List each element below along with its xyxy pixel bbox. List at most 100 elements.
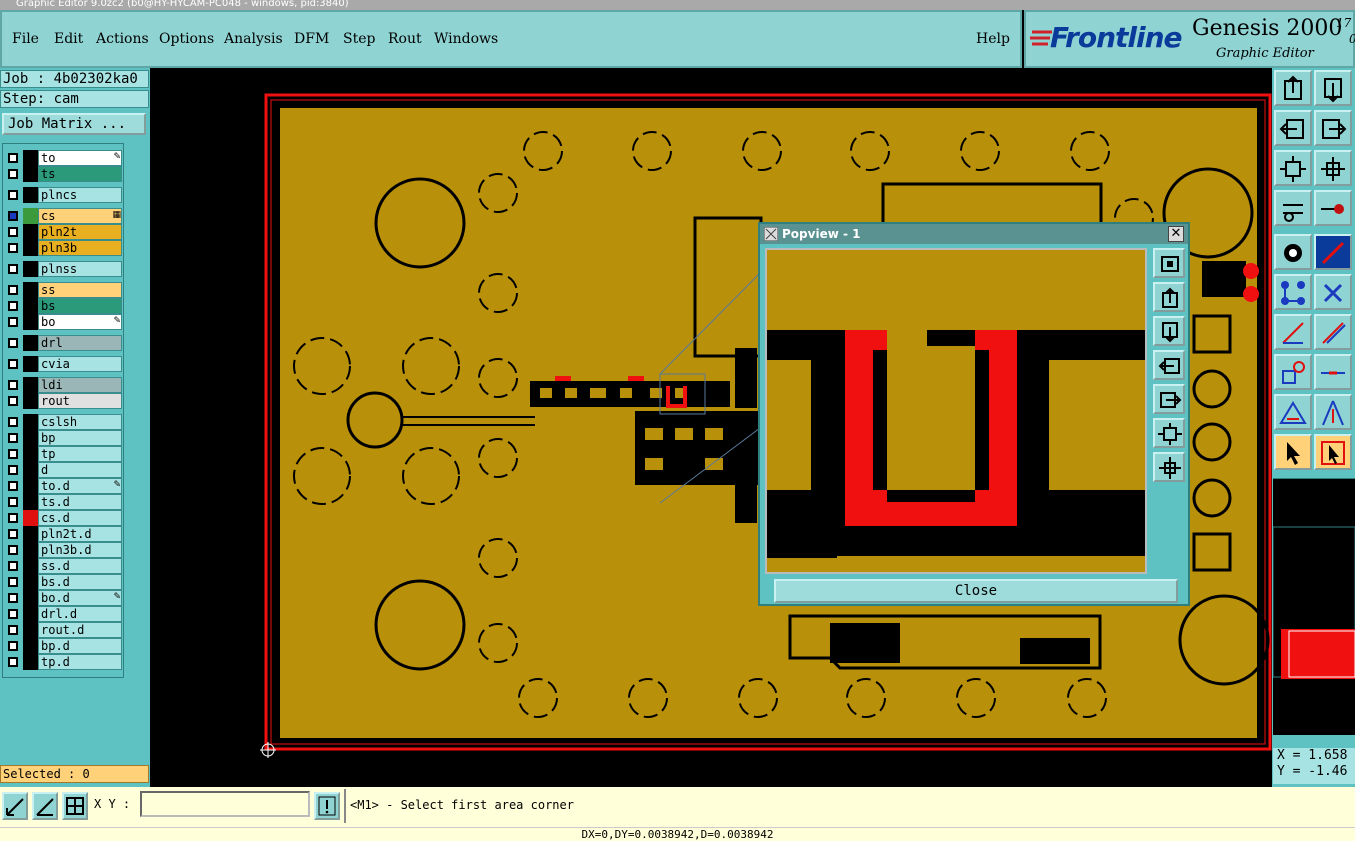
menu-rout[interactable]: Rout xyxy=(388,31,422,47)
layer-row[interactable]: ss.d xyxy=(3,558,123,574)
zoom-fit-button[interactable] xyxy=(1274,150,1312,186)
layer-color-swatch[interactable] xyxy=(23,393,38,409)
layer-color-swatch[interactable] xyxy=(23,150,38,166)
layer-checkbox[interactable] xyxy=(8,449,18,459)
layer-color-swatch[interactable] xyxy=(23,526,38,542)
layer-color-swatch[interactable] xyxy=(23,414,38,430)
layer-checkbox[interactable] xyxy=(8,465,18,475)
layer-name[interactable]: ts xyxy=(38,166,122,182)
layer-name[interactable]: bo.d xyxy=(38,590,122,606)
layer-color-swatch[interactable] xyxy=(23,542,38,558)
layer-row[interactable]: to.d ✎ xyxy=(3,478,123,494)
layer-color-swatch[interactable] xyxy=(23,356,38,372)
layer-row[interactable]: d xyxy=(3,462,123,478)
overview-map[interactable] xyxy=(1272,478,1355,735)
layer-name[interactable]: bo xyxy=(38,314,122,330)
menu-step[interactable]: Step xyxy=(343,31,375,47)
popview-up-button[interactable] xyxy=(1153,282,1185,312)
measure-tool-button[interactable] xyxy=(1274,190,1312,226)
layer-checkbox[interactable] xyxy=(8,593,18,603)
popview-close-button[interactable]: Close xyxy=(774,579,1178,603)
menu-actions[interactable]: Actions xyxy=(96,31,149,47)
layer-name[interactable]: pln2t xyxy=(38,224,122,240)
layer-name[interactable]: drl xyxy=(38,335,122,351)
layer-checkbox[interactable] xyxy=(8,317,18,327)
layer-checkbox[interactable] xyxy=(8,153,18,163)
layer-name[interactable]: pln2t.d xyxy=(38,526,122,542)
layer-row[interactable]: bs.d xyxy=(3,574,123,590)
layer-name[interactable]: cs.d xyxy=(38,510,122,526)
draw-diag-button[interactable] xyxy=(1314,314,1352,350)
popview-zoom-button[interactable] xyxy=(1153,248,1185,278)
close-icon[interactable]: ✕ xyxy=(1168,226,1184,242)
layer-checkbox[interactable] xyxy=(8,227,18,237)
layer-color-swatch[interactable] xyxy=(23,494,38,510)
layer-name[interactable]: rout xyxy=(38,393,122,409)
menu-dfm[interactable]: DFM xyxy=(294,31,329,47)
arrow-tool-button[interactable] xyxy=(1314,394,1352,430)
layer-name[interactable]: bp.d xyxy=(38,638,122,654)
layer-row[interactable]: ldi xyxy=(3,377,123,393)
layer-color-swatch[interactable] xyxy=(23,224,38,240)
layer-name[interactable]: cs xyxy=(38,208,122,224)
zoom-center-button[interactable] xyxy=(1314,150,1352,186)
select-area-button[interactable] xyxy=(1314,434,1352,470)
layer-color-swatch[interactable] xyxy=(23,261,38,277)
layer-color-swatch[interactable] xyxy=(23,298,38,314)
layer-name[interactable]: bs xyxy=(38,298,122,314)
layer-color-swatch[interactable] xyxy=(23,462,38,478)
layer-color-swatch[interactable] xyxy=(23,446,38,462)
layer-color-swatch[interactable] xyxy=(23,282,38,298)
popview-down-button[interactable] xyxy=(1153,316,1185,346)
layer-row[interactable]: cs ▦ xyxy=(3,208,123,224)
layer-checkbox[interactable] xyxy=(8,396,18,406)
layer-checkbox[interactable] xyxy=(8,641,18,651)
popview-center-button[interactable] xyxy=(1153,452,1185,482)
layer-name[interactable]: ss xyxy=(38,282,122,298)
layer-color-swatch[interactable] xyxy=(23,335,38,351)
line-tool-button[interactable] xyxy=(1314,234,1352,270)
layer-color-swatch[interactable] xyxy=(23,638,38,654)
layer-color-swatch[interactable] xyxy=(23,314,38,330)
layer-row[interactable]: pln3b.d xyxy=(3,542,123,558)
pad-tool-button[interactable] xyxy=(1274,234,1312,270)
layer-row[interactable]: plncs xyxy=(3,187,123,203)
layer-checkbox[interactable] xyxy=(8,190,18,200)
draw-line-button[interactable] xyxy=(1274,314,1312,350)
layer-name[interactable]: to xyxy=(38,150,122,166)
layer-name[interactable]: tp.d xyxy=(38,654,122,670)
alert-icon[interactable] xyxy=(314,792,340,820)
menu-help[interactable]: Help xyxy=(976,31,1010,47)
layer-checkbox[interactable] xyxy=(8,577,18,587)
layer-color-swatch[interactable] xyxy=(23,622,38,638)
layer-row[interactable]: bs xyxy=(3,298,123,314)
layer-name[interactable]: pln3b xyxy=(38,240,122,256)
layer-row[interactable]: cvia xyxy=(3,356,123,372)
zoom-page-up-button[interactable] xyxy=(1274,70,1312,106)
layer-row[interactable]: to ✎ xyxy=(3,150,123,166)
layer-checkbox[interactable] xyxy=(8,529,18,539)
menu-file[interactable]: File xyxy=(12,31,39,47)
layer-row[interactable]: ss xyxy=(3,282,123,298)
layer-row[interactable]: plnss xyxy=(3,261,123,277)
layer-checkbox[interactable] xyxy=(8,211,18,221)
layer-checkbox[interactable] xyxy=(8,545,18,555)
layer-name[interactable]: rout.d xyxy=(38,622,122,638)
layer-checkbox[interactable] xyxy=(8,481,18,491)
layer-name[interactable]: tp xyxy=(38,446,122,462)
layer-color-swatch[interactable] xyxy=(23,377,38,393)
layer-row[interactable]: bo ✎ xyxy=(3,314,123,330)
delete-tool-button[interactable] xyxy=(1314,274,1352,310)
layer-row[interactable]: bp.d xyxy=(3,638,123,654)
menu-windows[interactable]: Windows xyxy=(434,31,498,47)
layer-row[interactable]: bp xyxy=(3,430,123,446)
job-matrix-button[interactable]: Job Matrix ... xyxy=(2,113,146,135)
popview-fit-button[interactable] xyxy=(1153,418,1185,448)
layer-row[interactable]: cs.d xyxy=(3,510,123,526)
layer-checkbox[interactable] xyxy=(8,417,18,427)
zoom-page-down-button[interactable] xyxy=(1314,70,1352,106)
layer-color-swatch[interactable] xyxy=(23,558,38,574)
layer-checkbox[interactable] xyxy=(8,625,18,635)
layer-checkbox[interactable] xyxy=(8,243,18,253)
select-pointer-button[interactable] xyxy=(1274,434,1312,470)
